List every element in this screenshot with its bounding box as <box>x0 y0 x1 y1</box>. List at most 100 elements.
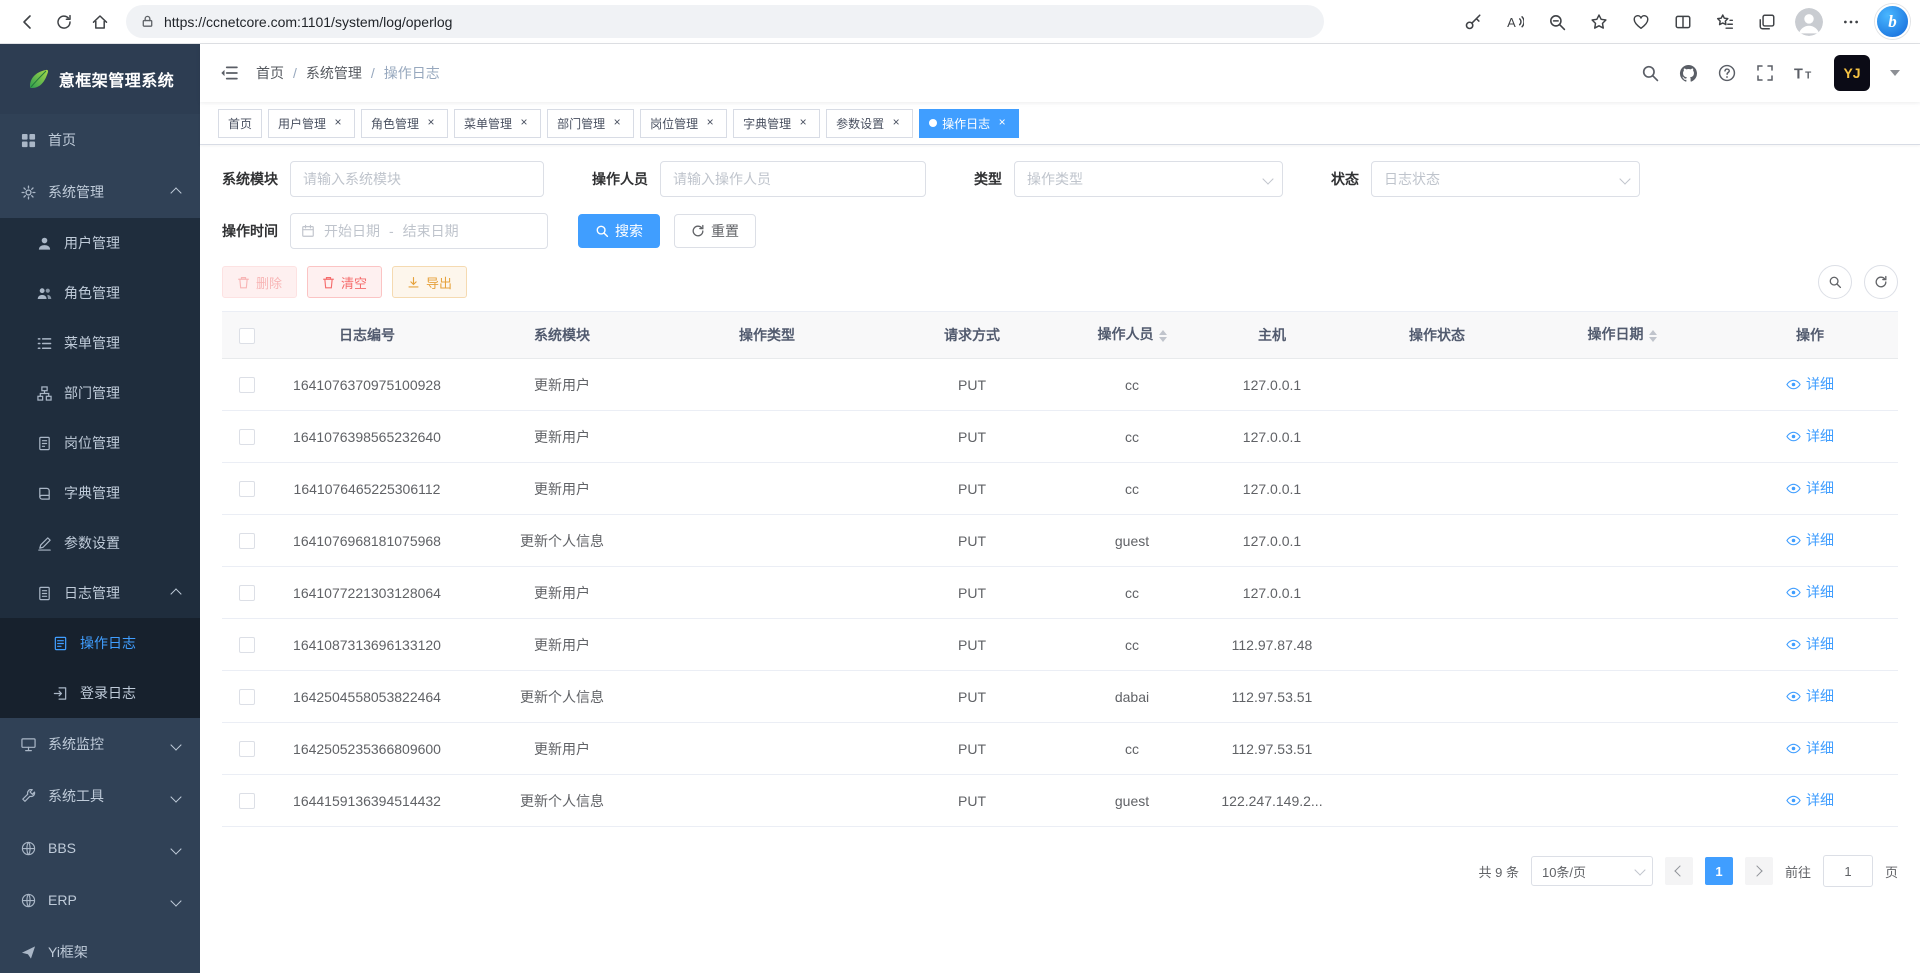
end-date-placeholder[interactable]: 结束日期 <box>403 221 459 241</box>
sidebar-item-bbs[interactable]: BBS <box>0 822 200 874</box>
font-size-icon[interactable]: TT <box>1794 64 1814 82</box>
breadcrumb-system[interactable]: 系统管理 <box>306 63 362 83</box>
detail-link[interactable]: 详细 <box>1786 582 1834 602</box>
address-bar[interactable]: https://ccnetcore.com:1101/system/log/op… <box>126 5 1324 38</box>
read-aloud-icon[interactable]: A <box>1497 4 1533 40</box>
search-icon[interactable] <box>1641 64 1659 82</box>
row-checkbox[interactable] <box>239 793 255 809</box>
user-avatar[interactable]: YJ <box>1834 55 1870 91</box>
sidebar-item-erp[interactable]: ERP <box>0 874 200 926</box>
row-checkbox[interactable] <box>239 689 255 705</box>
github-icon[interactable] <box>1679 64 1698 83</box>
site-info-icon[interactable] <box>140 14 155 29</box>
reset-button[interactable]: 重置 <box>674 214 756 248</box>
show-search-icon[interactable] <box>1818 265 1852 299</box>
sidebar-item-dict[interactable]: 字典管理 <box>0 468 200 518</box>
header-operator[interactable]: 操作人员 <box>1072 312 1192 359</box>
profile-avatar[interactable] <box>1791 4 1827 40</box>
sort-icons[interactable] <box>1159 326 1167 346</box>
sidebar-item-post[interactable]: 岗位管理 <box>0 418 200 468</box>
zoom-out-icon[interactable] <box>1539 4 1575 40</box>
sidebar-item-menu[interactable]: 菜单管理 <box>0 318 200 368</box>
delete-button[interactable]: 删除 <box>222 266 297 298</box>
avatar-dropdown-icon[interactable] <box>1890 70 1900 81</box>
tag-close-icon[interactable]: × <box>424 116 438 130</box>
tag[interactable]: 首页 <box>218 109 262 138</box>
next-page-button[interactable] <box>1745 857 1773 885</box>
page-size-select[interactable]: 10条/页 <box>1531 856 1653 886</box>
tag-close-icon[interactable]: × <box>517 116 531 130</box>
header-date[interactable]: 操作日期 <box>1522 312 1722 359</box>
tag-close-icon[interactable]: × <box>331 116 345 130</box>
tag-close-icon[interactable]: × <box>889 116 903 130</box>
row-checkbox[interactable] <box>239 741 255 757</box>
search-button[interactable]: 搜索 <box>578 214 660 248</box>
row-checkbox[interactable] <box>239 481 255 497</box>
bing-icon[interactable]: b <box>1875 4 1910 39</box>
refresh-icon[interactable] <box>46 4 82 40</box>
back-icon[interactable] <box>10 4 46 40</box>
clear-button[interactable]: 清空 <box>307 266 382 298</box>
refresh-table-icon[interactable] <box>1864 265 1898 299</box>
row-checkbox[interactable] <box>239 637 255 653</box>
detail-link[interactable]: 详细 <box>1786 374 1834 394</box>
row-checkbox[interactable] <box>239 533 255 549</box>
detail-link[interactable]: 详细 <box>1786 790 1834 810</box>
sidebar-item-tools[interactable]: 系统工具 <box>0 770 200 822</box>
tag[interactable]: 部门管理× <box>547 109 634 138</box>
sidebar-item-role[interactable]: 角色管理 <box>0 268 200 318</box>
detail-link[interactable]: 详细 <box>1786 738 1834 758</box>
export-button[interactable]: 导出 <box>392 266 467 298</box>
breadcrumb-home[interactable]: 首页 <box>256 63 284 83</box>
home-icon[interactable] <box>82 4 118 40</box>
sidebar-item-home[interactable]: 首页 <box>0 114 200 166</box>
sidebar-item-user[interactable]: 用户管理 <box>0 218 200 268</box>
tag-close-icon[interactable]: × <box>703 116 717 130</box>
start-date-placeholder[interactable]: 开始日期 <box>324 221 380 241</box>
tag[interactable]: 用户管理× <box>268 109 355 138</box>
tag-close-icon[interactable]: × <box>995 116 1009 130</box>
module-input[interactable] <box>290 161 544 197</box>
favorites-bar-icon[interactable] <box>1707 4 1743 40</box>
status-select[interactable]: 日志状态 <box>1371 161 1640 197</box>
collections-icon[interactable] <box>1749 4 1785 40</box>
tag[interactable]: 参数设置× <box>826 109 913 138</box>
detail-link[interactable]: 详细 <box>1786 634 1834 654</box>
browser-essentials-icon[interactable] <box>1623 4 1659 40</box>
prev-page-button[interactable] <box>1665 857 1693 885</box>
tag[interactable]: 操作日志× <box>919 109 1019 138</box>
operator-input[interactable] <box>660 161 926 197</box>
password-key-icon[interactable] <box>1455 4 1491 40</box>
favorites-add-icon[interactable] <box>1581 4 1617 40</box>
sidebar-item-operlog[interactable]: 操作日志 <box>0 618 200 668</box>
sidebar-item-loginlog[interactable]: 登录日志 <box>0 668 200 718</box>
tag[interactable]: 字典管理× <box>733 109 820 138</box>
date-range-picker[interactable]: 开始日期 - 结束日期 <box>290 213 548 249</box>
detail-link[interactable]: 详细 <box>1786 426 1834 446</box>
tag-close-icon[interactable]: × <box>796 116 810 130</box>
detail-link[interactable]: 详细 <box>1786 478 1834 498</box>
sidebar-item-monitor[interactable]: 系统监控 <box>0 718 200 770</box>
url-text[interactable]: https://ccnetcore.com:1101/system/log/op… <box>164 14 452 30</box>
tag-close-icon[interactable]: × <box>610 116 624 130</box>
help-icon[interactable] <box>1718 64 1736 82</box>
sidebar-toggle-icon[interactable] <box>220 64 238 82</box>
sidebar-item-param[interactable]: 参数设置 <box>0 518 200 568</box>
detail-link[interactable]: 详细 <box>1786 530 1834 550</box>
sidebar-item-system[interactable]: 系统管理 <box>0 166 200 218</box>
row-checkbox[interactable] <box>239 429 255 445</box>
sidebar-item-dept[interactable]: 部门管理 <box>0 368 200 418</box>
sidebar-item-log[interactable]: 日志管理 <box>0 568 200 618</box>
detail-link[interactable]: 详细 <box>1786 686 1834 706</box>
fullscreen-icon[interactable] <box>1756 64 1774 82</box>
type-select[interactable]: 操作类型 <box>1014 161 1283 197</box>
row-checkbox[interactable] <box>239 585 255 601</box>
row-checkbox[interactable] <box>239 377 255 393</box>
page-1-button[interactable]: 1 <box>1705 857 1733 885</box>
tag[interactable]: 菜单管理× <box>454 109 541 138</box>
goto-page-input[interactable] <box>1823 855 1873 887</box>
tag[interactable]: 岗位管理× <box>640 109 727 138</box>
split-screen-icon[interactable] <box>1665 4 1701 40</box>
sidebar-item-yi[interactable]: Yi框架 <box>0 926 200 973</box>
tag[interactable]: 角色管理× <box>361 109 448 138</box>
